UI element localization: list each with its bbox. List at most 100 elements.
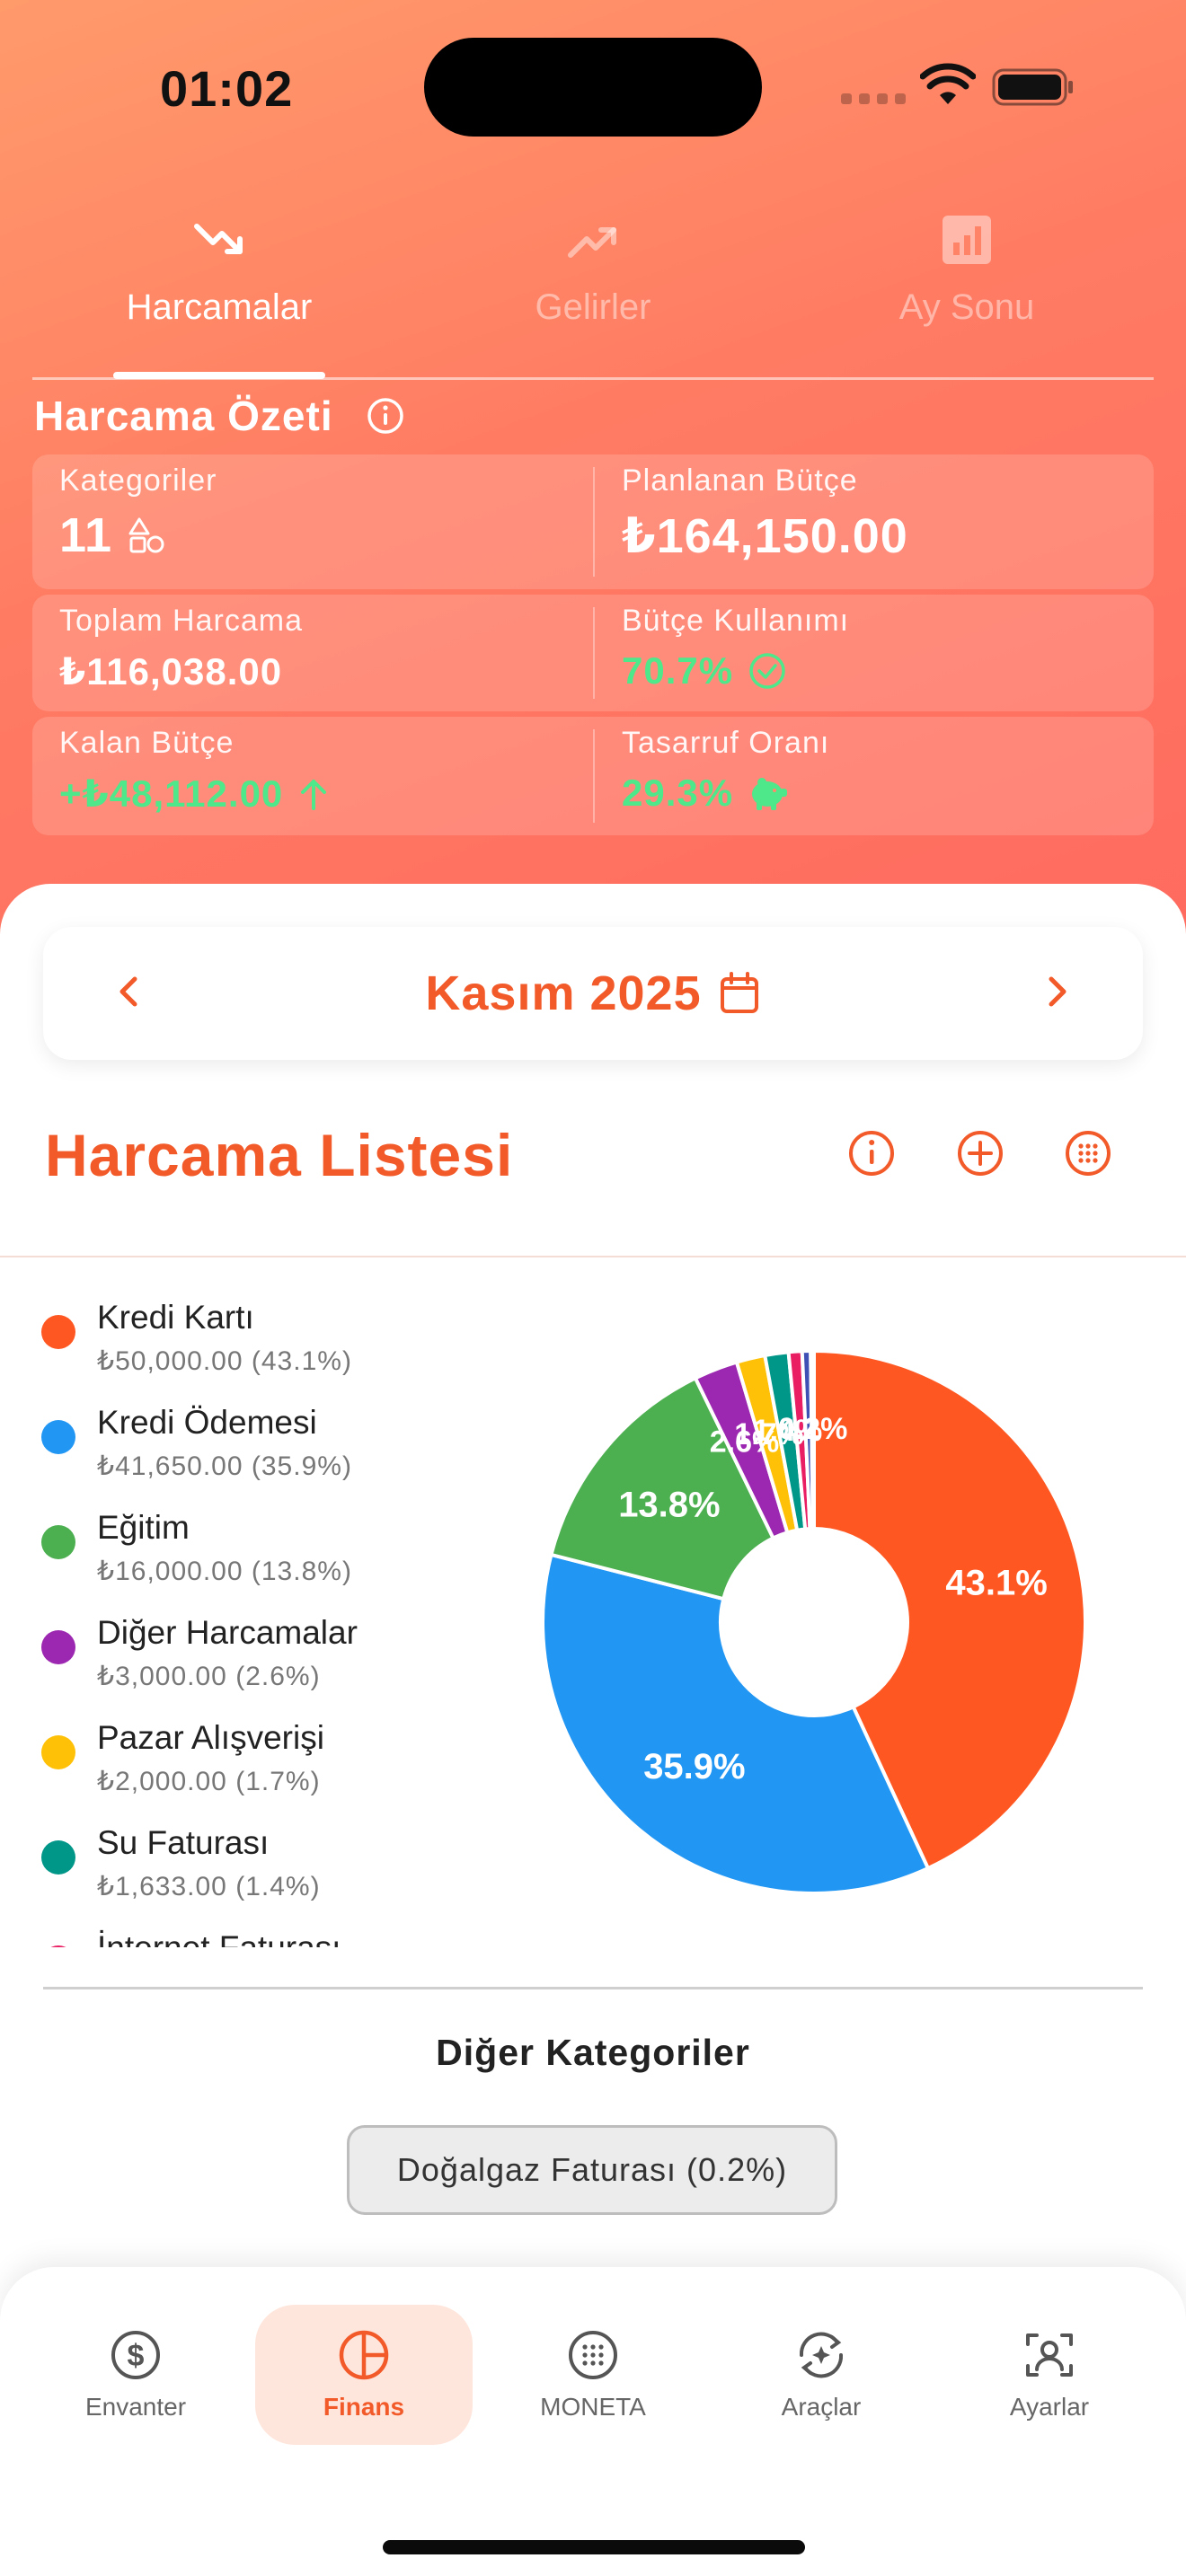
- legend-name: Kredi Ödemesi: [97, 1404, 317, 1441]
- legend-amount: ₺16,000.00 (13.8%): [97, 1557, 352, 1586]
- summary-card-categories: Kategoriler 11 Planlanan Bütçe ₺164,150.…: [32, 454, 1154, 589]
- summary-header: Harcama Özeti: [34, 392, 405, 440]
- legend-name: İnternet Faturası: [97, 1929, 341, 1947]
- legend-name: Kredi Kartı: [97, 1299, 254, 1336]
- budget-usage-label: Bütçe Kullanımı: [622, 604, 850, 638]
- legend-item[interactable]: Kredi Ödemesi ₺41,650.00 (35.9%): [41, 1398, 464, 1504]
- battery-icon: [992, 68, 1073, 106]
- tools-sparkle-icon: [799, 2332, 844, 2378]
- other-divider: [43, 1987, 1143, 1989]
- signal-dots-icon: [841, 93, 906, 104]
- grid-view-icon[interactable]: [1063, 1128, 1113, 1178]
- dollar-circle-icon: $: [111, 2331, 160, 2379]
- shapes-icon: [128, 517, 164, 553]
- piggy-bank-icon: [752, 778, 788, 810]
- remaining-budget-value: +₺48,112.00: [59, 772, 284, 815]
- month-display[interactable]: Kasım 2025: [43, 927, 1143, 1060]
- card-divider: [593, 607, 595, 699]
- tab-harcamalar[interactable]: Harcamalar: [32, 214, 406, 379]
- legend-color-dot: [41, 1525, 75, 1559]
- add-expense-icon[interactable]: [955, 1128, 1005, 1178]
- planned-budget-label: Planlanan Bütçe: [622, 463, 858, 498]
- nav-label: MONETA: [540, 2393, 646, 2421]
- nav-label: Envanter: [84, 2393, 187, 2421]
- planned-budget-value: ₺164,150.00: [622, 509, 908, 563]
- grid-dots-icon: [569, 2331, 617, 2379]
- categories-value: 11: [59, 508, 113, 562]
- legend-color-dot: [41, 1630, 75, 1664]
- month-label: Kasım 2025: [425, 966, 702, 1020]
- total-spending-value: ₺116,038.00: [59, 650, 283, 693]
- legend-color-dot: [41, 1945, 75, 1947]
- section-divider: [0, 1256, 1186, 1257]
- nav-label: Ayarlar: [1009, 2393, 1090, 2421]
- tab-label: Ay Sonu: [898, 287, 1035, 327]
- expense-donut-chart: 43.1%35.9%13.8%2.6%1.7%1.4%0.2%: [541, 1348, 1087, 1895]
- svg-text:$: $: [128, 2339, 145, 2373]
- legend-name: Pazar Alışverişi: [97, 1719, 324, 1756]
- pie-slice-label: 13.8%: [618, 1485, 720, 1524]
- arrow-up-icon: [301, 779, 327, 810]
- categories-label: Kategoriler: [59, 463, 217, 498]
- legend-amount: ₺50,000.00 (43.1%): [97, 1346, 352, 1376]
- legend-item[interactable]: Kredi Kartı ₺50,000.00 (43.1%): [41, 1293, 464, 1398]
- pie-slice-label: 43.1%: [945, 1563, 1047, 1602]
- legend-item[interactable]: Su Faturası ₺1,633.00 (1.4%): [41, 1819, 464, 1924]
- month-selector: Kasım 2025: [43, 927, 1143, 1060]
- trend-up-icon: [568, 227, 616, 258]
- nav-label: Finans: [323, 2393, 405, 2421]
- expense-list-title: Harcama Listesi: [45, 1122, 514, 1188]
- tab-label: Harcamalar: [126, 287, 313, 327]
- status-time: 01:02: [160, 60, 294, 117]
- tab-ay-sonu[interactable]: Ay Sonu: [780, 214, 1154, 379]
- other-categories-title: Diğer Kategoriler: [436, 2032, 750, 2073]
- legend-color-dot: [41, 1735, 75, 1769]
- home-indicator: [383, 2540, 805, 2554]
- legend-name: Diğer Harcamalar: [97, 1614, 358, 1651]
- pie-chart-icon: [339, 2330, 389, 2380]
- nav-moneta[interactable]: MONETA: [484, 2305, 702, 2445]
- legend-color-dot: [41, 1315, 75, 1349]
- legend-item[interactable]: İnternet Faturası: [41, 1924, 464, 1947]
- chart-legend: Kredi Kartı ₺50,000.00 (43.1%) Kredi Ödeme…: [41, 1293, 464, 1947]
- other-category-chip[interactable]: Doğalgaz Faturası (0.2%): [347, 2125, 837, 2215]
- tab-label: Gelirler: [535, 287, 651, 327]
- trend-down-icon: [194, 224, 243, 254]
- legend-item[interactable]: Pazar Alışverişi ₺2,000.00 (1.7%): [41, 1714, 464, 1819]
- nav-finans[interactable]: Finans: [255, 2305, 473, 2445]
- legend-name: Su Faturası: [97, 1824, 270, 1861]
- user-settings-icon: [1026, 2333, 1073, 2377]
- bottom-navigation: $ Envanter Finans MONETA Araçlar Ayarlar: [0, 2267, 1186, 2576]
- legend-color-dot: [41, 1420, 75, 1454]
- nav-label: Araçlar: [781, 2393, 862, 2421]
- card-divider: [593, 467, 595, 577]
- nav-ayarlar[interactable]: Ayarlar: [941, 2305, 1158, 2445]
- info-icon[interactable]: [846, 1128, 897, 1178]
- legend-item[interactable]: Eğitim ₺16,000.00 (13.8%): [41, 1504, 464, 1609]
- legend-amount: ₺2,000.00 (1.7%): [97, 1767, 321, 1796]
- info-icon[interactable]: [366, 396, 405, 436]
- tabs-divider: [32, 377, 1154, 380]
- legend-amount: ₺3,000.00 (2.6%): [97, 1662, 321, 1691]
- total-spending-label: Toplam Harcama: [59, 604, 303, 638]
- savings-rate-value: 29.3%: [622, 772, 734, 814]
- bar-chart-icon: [943, 216, 991, 264]
- summary-card-total: Toplam Harcama ₺116,038.00 Bütçe Kullanı…: [32, 595, 1154, 711]
- legend-color-dot: [41, 1840, 75, 1875]
- card-divider: [593, 729, 595, 823]
- nav-araclar[interactable]: Araçlar: [712, 2305, 930, 2445]
- summary-card-remaining: Kalan Bütçe +₺48,112.00 Tasarruf Oranı 2…: [32, 717, 1154, 835]
- check-circle-icon: [749, 653, 785, 689]
- pie-slice-label: 0.2%: [778, 1412, 848, 1446]
- chevron-right-icon[interactable]: [1030, 965, 1084, 1019]
- summary-title: Harcama Özeti: [34, 393, 333, 439]
- nav-envanter[interactable]: $ Envanter: [27, 2305, 244, 2445]
- legend-item[interactable]: Diğer Harcamalar ₺3,000.00 (2.6%): [41, 1609, 464, 1714]
- dynamic-island: [424, 38, 762, 137]
- tab-gelirler[interactable]: Gelirler: [406, 214, 780, 379]
- pie-slice-label: 35.9%: [643, 1747, 745, 1786]
- wifi-icon: [920, 63, 976, 104]
- savings-rate-label: Tasarruf Oranı: [622, 726, 830, 760]
- calendar-icon: [720, 972, 758, 1013]
- finance-tabs: Harcamalar Gelirler Ay Sonu: [32, 214, 1154, 379]
